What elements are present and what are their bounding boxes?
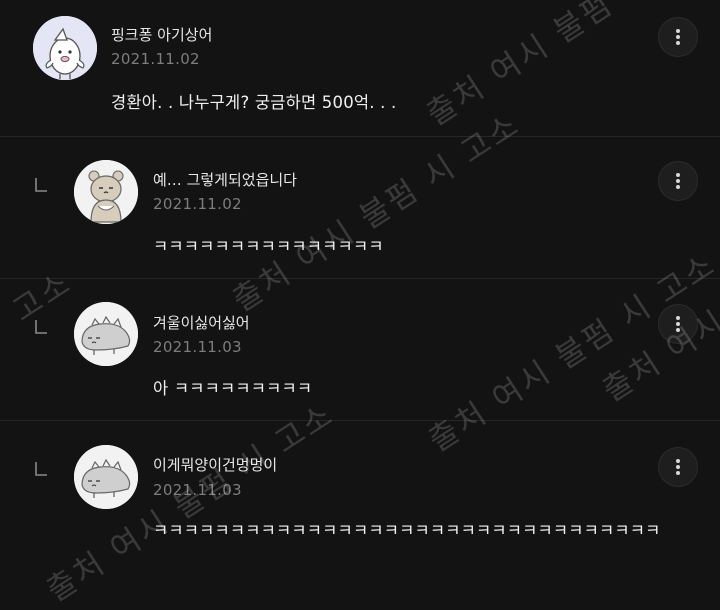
comment-date: 2021.11.03 bbox=[153, 338, 242, 356]
more-vertical-icon bbox=[676, 173, 680, 189]
dinosaur-avatar-icon[interactable] bbox=[74, 302, 138, 366]
comment-text: ㅋㅋㅋㅋㅋㅋㅋㅋㅋㅋㅋㅋㅋㅋㅋ bbox=[153, 237, 384, 256]
more-options-button[interactable] bbox=[658, 17, 698, 57]
comment-date: 2021.11.03 bbox=[153, 481, 242, 499]
comment-author[interactable]: 핑크퐁 아기상어 bbox=[111, 24, 212, 45]
comment-text: 경환아. . 나누구게? 궁금하면 500억. . . bbox=[111, 93, 397, 112]
bear-avatar-icon[interactable] bbox=[74, 160, 138, 224]
baby-shark-avatar-icon[interactable] bbox=[33, 16, 97, 80]
comment-date: 2021.11.02 bbox=[153, 195, 242, 213]
reply-corner-icon bbox=[34, 319, 48, 335]
more-options-button[interactable] bbox=[658, 161, 698, 201]
comment-text: 아 ㅋㅋㅋㅋㅋㅋㅋㅋㅋ bbox=[153, 379, 313, 398]
more-options-button[interactable] bbox=[658, 447, 698, 487]
reply-corner-icon bbox=[34, 461, 48, 477]
comment-author[interactable]: 예… 그렇게되었읍니다 bbox=[153, 169, 297, 190]
more-vertical-icon bbox=[676, 29, 680, 45]
comment-text: ㅋㅋㅋㅋㅋㅋㅋㅋㅋㅋㅋㅋㅋㅋㅋㅋㅋㅋㅋㅋㅋㅋㅋㅋㅋㅋㅋㅋㅋㅋㅋㅋㅋ bbox=[153, 521, 661, 540]
more-vertical-icon bbox=[676, 316, 680, 332]
comment-author[interactable]: 겨울이싫어싫어 bbox=[153, 312, 250, 333]
reply-corner-icon bbox=[34, 177, 48, 193]
comment-thread: 핑크퐁 아기상어 2021.11.02 경환아. . 나누구게? 궁금하면 50… bbox=[0, 0, 720, 566]
more-options-button[interactable] bbox=[658, 304, 698, 344]
dinosaur-avatar-icon[interactable] bbox=[74, 445, 138, 509]
more-vertical-icon bbox=[676, 459, 680, 475]
comment-date: 2021.11.02 bbox=[111, 50, 200, 68]
reply-comment-item: 이게뭐양이건멍멍이 2021.11.03 ㅋㅋㅋㅋㅋㅋㅋㅋㅋㅋㅋㅋㅋㅋㅋㅋㅋㅋㅋ… bbox=[0, 421, 720, 566]
comment-author[interactable]: 이게뭐양이건멍멍이 bbox=[153, 454, 277, 475]
reply-comment-item: 겨울이싫어싫어 2021.11.03 아 ㅋㅋㅋㅋㅋㅋㅋㅋㅋ bbox=[0, 279, 720, 420]
comment-item: 핑크퐁 아기상어 2021.11.02 경환아. . 나누구게? 궁금하면 50… bbox=[0, 0, 720, 136]
reply-comment-item: 예… 그렇게되었읍니다 2021.11.02 ㅋㅋㅋㅋㅋㅋㅋㅋㅋㅋㅋㅋㅋㅋㅋ bbox=[0, 137, 720, 278]
